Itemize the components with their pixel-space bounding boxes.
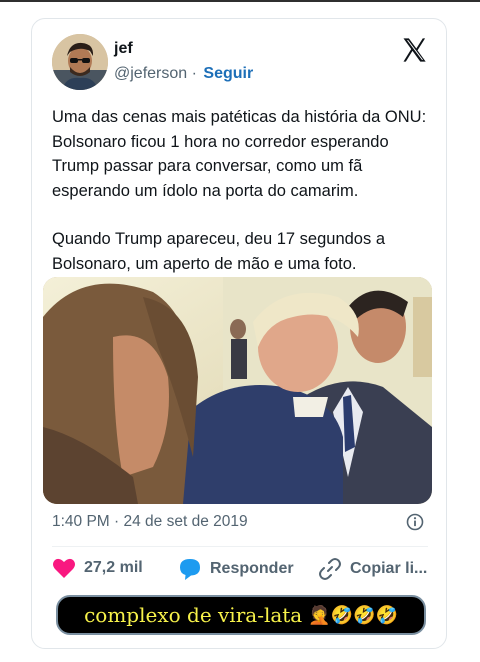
copy-link-label: Copiar li...	[350, 560, 428, 577]
avatar[interactable]	[52, 34, 108, 90]
reply-bubble-icon	[180, 559, 200, 580]
caption-emojis: 🤦🤣🤣🤣	[308, 604, 398, 626]
divider	[52, 546, 428, 547]
heart-icon	[53, 558, 75, 578]
user-handle-row: @jeferson · Seguir	[114, 65, 253, 83]
like-count: 27,2 mil	[84, 559, 143, 576]
action-bar: 27,2 mil Responder Copiar li...	[52, 557, 432, 583]
caption-overlay: complexo de vira-lata 🤦🤣🤣🤣	[56, 595, 426, 635]
user-name[interactable]: jef	[114, 40, 133, 58]
tweet-text: Uma das cenas mais patéticas da história…	[52, 105, 437, 300]
tweet-card: jef @jeferson · Seguir Uma das cenas mai…	[31, 18, 447, 649]
copy-link-button[interactable]: Copiar li...	[318, 557, 427, 581]
tweet-video[interactable]	[43, 277, 432, 504]
follow-button[interactable]: Seguir	[203, 65, 253, 82]
tweet-timestamp[interactable]: 1:40 PM · 24 de set de 2019	[52, 513, 248, 531]
tweet-paragraph-2: Quando Trump apareceu, deu 17 segundos a…	[52, 230, 385, 273]
x-logo-icon[interactable]	[400, 36, 428, 64]
reply-label: Responder	[210, 560, 294, 577]
reply-button[interactable]: Responder	[178, 557, 294, 581]
like-button[interactable]: 27,2 mil	[52, 557, 143, 579]
caption-text: complexo de vira-lata	[84, 603, 303, 627]
tweet-paragraph-1: Uma das cenas mais patéticas da história…	[52, 108, 427, 200]
user-handle[interactable]: @jeferson	[114, 65, 187, 82]
info-icon[interactable]	[406, 513, 424, 531]
screen-top-border	[0, 0, 480, 2]
link-icon	[319, 558, 341, 580]
handle-separator: ·	[191, 65, 197, 82]
